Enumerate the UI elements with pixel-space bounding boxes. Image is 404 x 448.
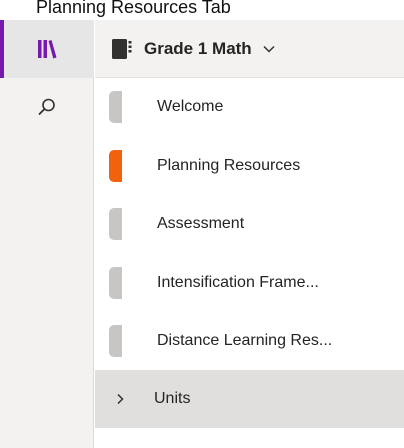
section-list: Welcome Planning Resources Assessment In… — [95, 78, 404, 371]
section-group-label: Units — [154, 390, 191, 407]
section-tab-icon — [109, 149, 122, 182]
section-item-planning-resources[interactable]: Planning Resources — [95, 136, 404, 195]
section-label: Assessment — [157, 215, 245, 233]
notebook-icon — [112, 38, 132, 59]
section-tab-icon — [109, 266, 122, 299]
section-label: Welcome — [157, 98, 224, 116]
caption-text: Planning Resources Tab — [36, 0, 231, 17]
section-item-distance-learning[interactable]: Distance Learning Res... — [95, 312, 404, 371]
search-icon — [38, 98, 55, 115]
section-tab-icon — [109, 91, 122, 124]
section-label: Intensification Frame... — [157, 273, 319, 291]
notebook-title: Grade 1 Math — [144, 38, 252, 58]
section-tab-icon — [109, 208, 122, 241]
section-label: Distance Learning Res... — [157, 332, 333, 350]
section-item-intensification-framework[interactable]: Intensification Frame... — [95, 253, 404, 312]
chevron-right-icon — [117, 393, 124, 405]
navigation-rail — [0, 20, 94, 448]
library-icon — [38, 40, 57, 59]
chevron-down-icon — [263, 45, 275, 53]
section-tab-icon — [109, 325, 122, 358]
search-button[interactable] — [0, 78, 94, 136]
section-item-welcome[interactable]: Welcome — [95, 78, 404, 137]
notebook-switcher[interactable]: Grade 1 Math — [95, 20, 404, 78]
section-group-units[interactable]: Units — [95, 370, 404, 428]
notebooks-button[interactable] — [0, 20, 94, 78]
section-item-assessment[interactable]: Assessment — [95, 195, 404, 254]
section-label: Planning Resources — [157, 156, 301, 174]
